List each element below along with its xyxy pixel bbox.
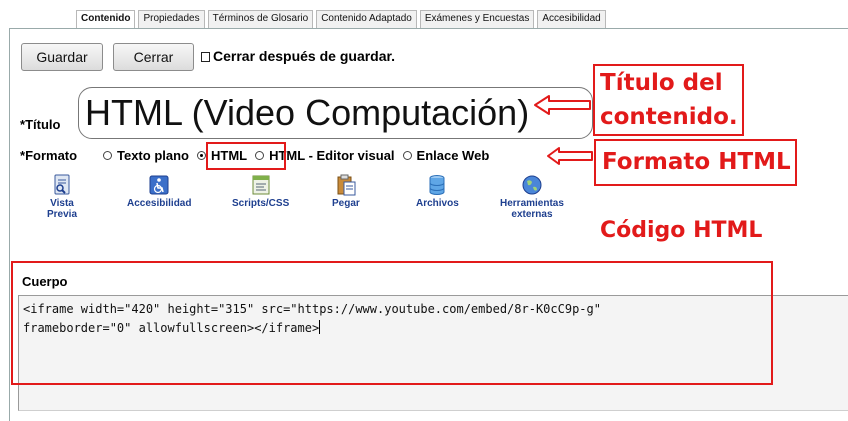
format-options: Texto plano HTML HTML - Editor visual En… xyxy=(103,148,497,163)
arrow-left-icon xyxy=(547,147,593,165)
radio-html[interactable] xyxy=(196,151,206,160)
tab-contenido-adaptado[interactable]: Contenido Adaptado xyxy=(316,10,417,28)
format-option-plain-text[interactable]: Texto plano xyxy=(103,148,189,163)
html-option-highlight xyxy=(206,142,286,170)
tool-label: Vista Previa xyxy=(47,198,78,220)
scripts-icon xyxy=(250,174,272,196)
globe-icon xyxy=(521,174,543,196)
tool-label: Herramientas externas xyxy=(500,198,564,220)
panel-edge xyxy=(9,395,10,421)
tab-contenido[interactable]: Contenido xyxy=(76,10,136,28)
radio-web-link[interactable] xyxy=(402,151,412,160)
tab-bar: Contenido Propiedades Términos de Glosar… xyxy=(76,10,609,28)
paste-icon xyxy=(335,174,357,196)
title-callout: Título del contenido. xyxy=(593,64,744,136)
tab-terminos-glosario[interactable]: Términos de Glosario xyxy=(207,10,314,28)
close-after-save-checkbox[interactable] xyxy=(201,52,210,62)
tool-label: Scripts/CSS xyxy=(232,198,290,209)
arrow-left-icon xyxy=(534,95,591,115)
tool-accessibility[interactable]: Accesibilidad xyxy=(127,174,191,209)
tool-label: Accesibilidad xyxy=(127,198,192,209)
close-after-save-option[interactable]: Cerrar después de guardar. xyxy=(201,48,395,64)
format-option-label: Texto plano xyxy=(117,148,189,163)
title-label-text: Título xyxy=(25,117,61,132)
tool-files[interactable]: Archivos xyxy=(416,174,459,209)
tab-propiedades[interactable]: Propiedades xyxy=(138,10,205,28)
format-label-text: Formato xyxy=(25,148,78,163)
close-button[interactable]: Cerrar xyxy=(113,43,194,71)
tool-preview[interactable]: Vista Previa xyxy=(47,174,77,220)
tool-external-tools[interactable]: Herramientas externas xyxy=(500,174,564,220)
radio-plain-text[interactable] xyxy=(103,151,112,160)
accessibility-icon xyxy=(148,174,170,196)
tool-paste[interactable]: Pegar xyxy=(332,174,360,209)
format-option-web-link[interactable]: Enlace Web xyxy=(402,148,490,163)
preview-icon xyxy=(51,174,73,196)
close-after-save-label: Cerrar después de guardar. xyxy=(213,48,396,64)
format-option-label: Enlace Web xyxy=(416,148,490,163)
code-callout-label: Código HTML xyxy=(600,218,763,243)
tab-examenes-encuestas[interactable]: Exámenes y Encuestas xyxy=(419,10,535,28)
tool-label: Pegar xyxy=(332,198,360,209)
code-callout-box xyxy=(11,261,773,385)
title-input[interactable]: HTML (Video Computación) xyxy=(78,87,593,139)
tool-label: Archivos xyxy=(416,198,459,209)
format-label: *Formato xyxy=(20,148,77,163)
format-option-label: HTML - Editor visual xyxy=(269,148,395,163)
tool-scripts-css[interactable]: Scripts/CSS xyxy=(232,174,289,209)
title-label: *Título xyxy=(20,117,60,132)
save-button[interactable]: Guardar xyxy=(21,43,103,71)
files-icon xyxy=(426,174,448,196)
tab-accesibilidad[interactable]: Accesibilidad xyxy=(537,10,606,28)
format-callout: Formato HTML xyxy=(594,139,797,186)
